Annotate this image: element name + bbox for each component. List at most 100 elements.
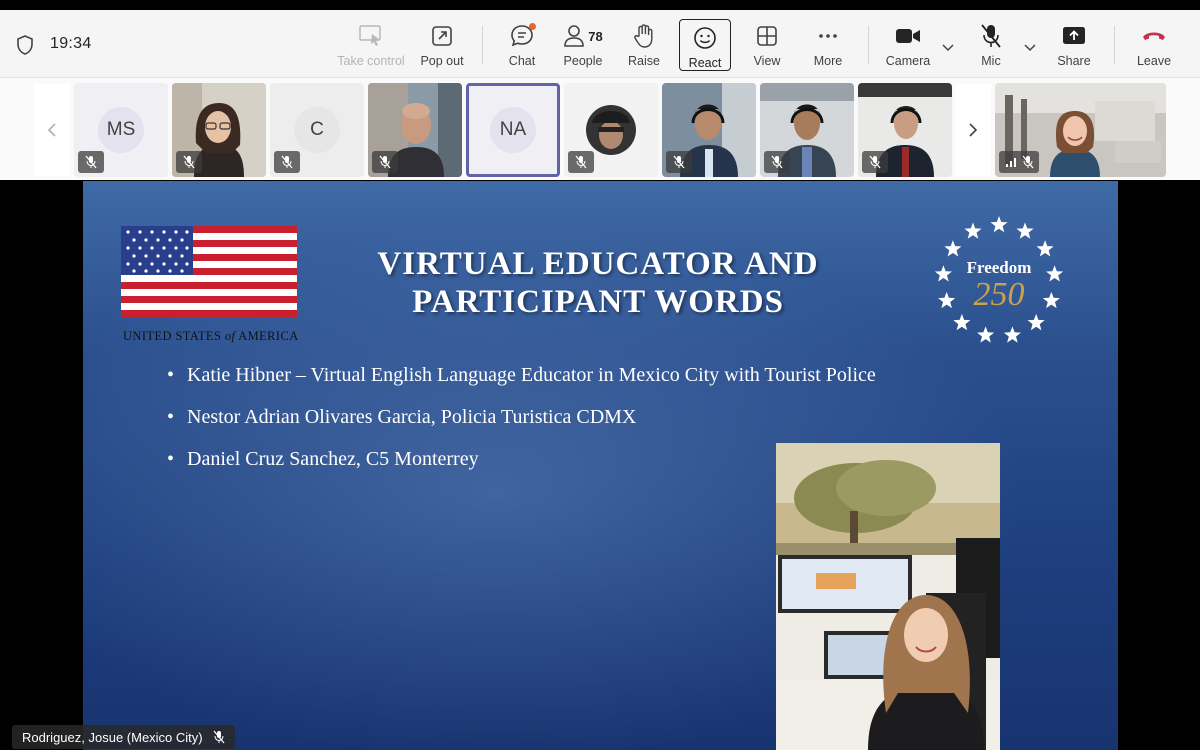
freedom-250-logo: Freedom 250: [934, 216, 1064, 343]
educator-photo: [776, 443, 1000, 750]
raise-hand-icon: [630, 22, 658, 50]
muted-mic-icon: [213, 730, 225, 744]
shield-icon: [17, 35, 33, 55]
bullet-item: Nestor Adrian Olivares Garcia, Policia T…: [167, 406, 876, 448]
mic-button[interactable]: Mic: [951, 18, 1031, 72]
more-button[interactable]: More: [788, 18, 868, 72]
chat-icon: [508, 22, 536, 50]
logo-star-icon: [1016, 222, 1034, 239]
participant-tile[interactable]: C: [270, 83, 364, 177]
mic-label: Mic: [981, 54, 1001, 68]
muted-mic-icon: [666, 151, 692, 173]
logo-star-icon: [938, 291, 956, 309]
people-icon: [564, 25, 585, 47]
participant-tile[interactable]: [172, 83, 266, 177]
caption-part: AMERICA: [235, 329, 299, 343]
presentation-slide: UNITED STATES of AMERICA VIRTUAL EDUCATO…: [83, 181, 1118, 750]
participant-tile-active-speaker[interactable]: NA: [466, 83, 560, 177]
top-black-bar: [0, 0, 1200, 10]
logo-star-icon: [1046, 265, 1064, 282]
country-caption: UNITED STATES of AMERICA: [123, 329, 299, 344]
participant-strip: MS C NA: [0, 78, 1200, 180]
participant-tile[interactable]: [858, 83, 952, 177]
participant-tile[interactable]: [662, 83, 756, 177]
take-control-button[interactable]: Take control: [331, 18, 411, 72]
slide-title-line: PARTICIPANT WORDS: [412, 284, 784, 320]
chevron-left-icon: [47, 123, 56, 137]
participant-tile[interactable]: [760, 83, 854, 177]
slide-title-line: VIRTUAL EDUCATOR AND: [377, 246, 819, 282]
leave-button[interactable]: Leave: [1114, 18, 1194, 72]
logo-star-icon: [953, 313, 971, 331]
muted-mic-icon: [764, 151, 790, 173]
react-label: React: [688, 56, 722, 70]
muted-mic-icon: [372, 151, 398, 173]
share-icon: [1060, 22, 1088, 50]
strip-next-button[interactable]: [955, 84, 991, 176]
mic-muted-icon: [977, 22, 1005, 50]
logo-number: 250: [974, 276, 1025, 313]
logo-star-icon: [964, 222, 982, 239]
people-icon-group: 78: [558, 22, 608, 50]
muted-mic-icon: [78, 151, 104, 173]
camera-label: Camera: [885, 54, 931, 68]
muted-mic-icon: [176, 151, 202, 173]
share-button[interactable]: Share: [1034, 18, 1114, 72]
slide-title: VIRTUAL EDUCATOR AND PARTICIPANT WORDS: [313, 245, 883, 321]
avatar: C: [294, 107, 340, 153]
participant-tile[interactable]: MS: [74, 83, 168, 177]
logo-star-icon: [990, 216, 1008, 233]
raise-hand-button[interactable]: Raise: [604, 18, 684, 72]
avatar: NA: [490, 107, 536, 153]
participant-tile[interactable]: [368, 83, 462, 177]
more-label: More: [813, 54, 843, 68]
participant-tile[interactable]: [564, 83, 658, 177]
logo-star-icon: [1036, 240, 1054, 257]
logo-word: Freedom: [967, 258, 1032, 277]
pop-out-icon: [428, 22, 456, 50]
logo-star-icon: [1027, 313, 1045, 331]
muted-mic-icon: [1022, 155, 1033, 169]
raise-label: Raise: [628, 54, 660, 68]
leave-label: Leave: [1136, 54, 1172, 68]
share-label: Share: [1057, 54, 1091, 68]
smiley-icon: [691, 24, 719, 52]
logo-star-icon: [934, 265, 952, 282]
bullet-item: Katie Hibner – Virtual English Language …: [167, 364, 876, 406]
signal-bars-icon: [1005, 158, 1016, 167]
react-button[interactable]: React: [679, 19, 731, 71]
muted-mic-icon: [568, 151, 594, 173]
pop-out-label: Pop out: [420, 54, 464, 68]
bullet-item: Daniel Cruz Sanchez, C5 Monterrey: [167, 448, 876, 490]
meeting-timer: 19:34: [50, 35, 92, 52]
camera-icon: [894, 22, 922, 50]
camera-button[interactable]: Camera: [868, 18, 948, 72]
unread-badge: [529, 23, 536, 30]
muted-mic-icon: [862, 151, 888, 173]
logo-star-icon: [977, 326, 995, 343]
caption-part-italic: of: [224, 329, 236, 343]
presenter-name: Rodriguez, Josue (Mexico City): [22, 729, 203, 745]
view-label: View: [753, 54, 781, 68]
take-control-label: Take control: [337, 54, 405, 68]
us-flag-logo: [121, 226, 297, 318]
caption-part: UNITED STATES: [123, 329, 225, 343]
logo-star-icon: [1003, 326, 1021, 343]
hang-up-icon: [1140, 22, 1168, 50]
take-control-icon: [357, 22, 385, 50]
self-audio-status: [999, 151, 1039, 173]
shared-content-stage: UNITED STATES of AMERICA VIRTUAL EDUCATO…: [6, 181, 1194, 750]
pop-out-button[interactable]: Pop out: [402, 18, 482, 72]
people-label: People: [563, 54, 603, 68]
self-view-tile[interactable]: [995, 83, 1166, 177]
presenter-name-tag: Rodriguez, Josue (Mexico City): [12, 725, 235, 749]
avatar: MS: [98, 107, 144, 153]
grid-view-icon: [753, 22, 781, 50]
logo-star-icon: [1042, 291, 1060, 309]
logo-star-icon: [944, 240, 962, 257]
more-dots-icon: [814, 22, 842, 50]
strip-prev-button[interactable]: [34, 84, 70, 176]
people-count: 78: [588, 28, 603, 44]
muted-mic-icon: [274, 151, 300, 173]
chat-label: Chat: [508, 54, 536, 68]
